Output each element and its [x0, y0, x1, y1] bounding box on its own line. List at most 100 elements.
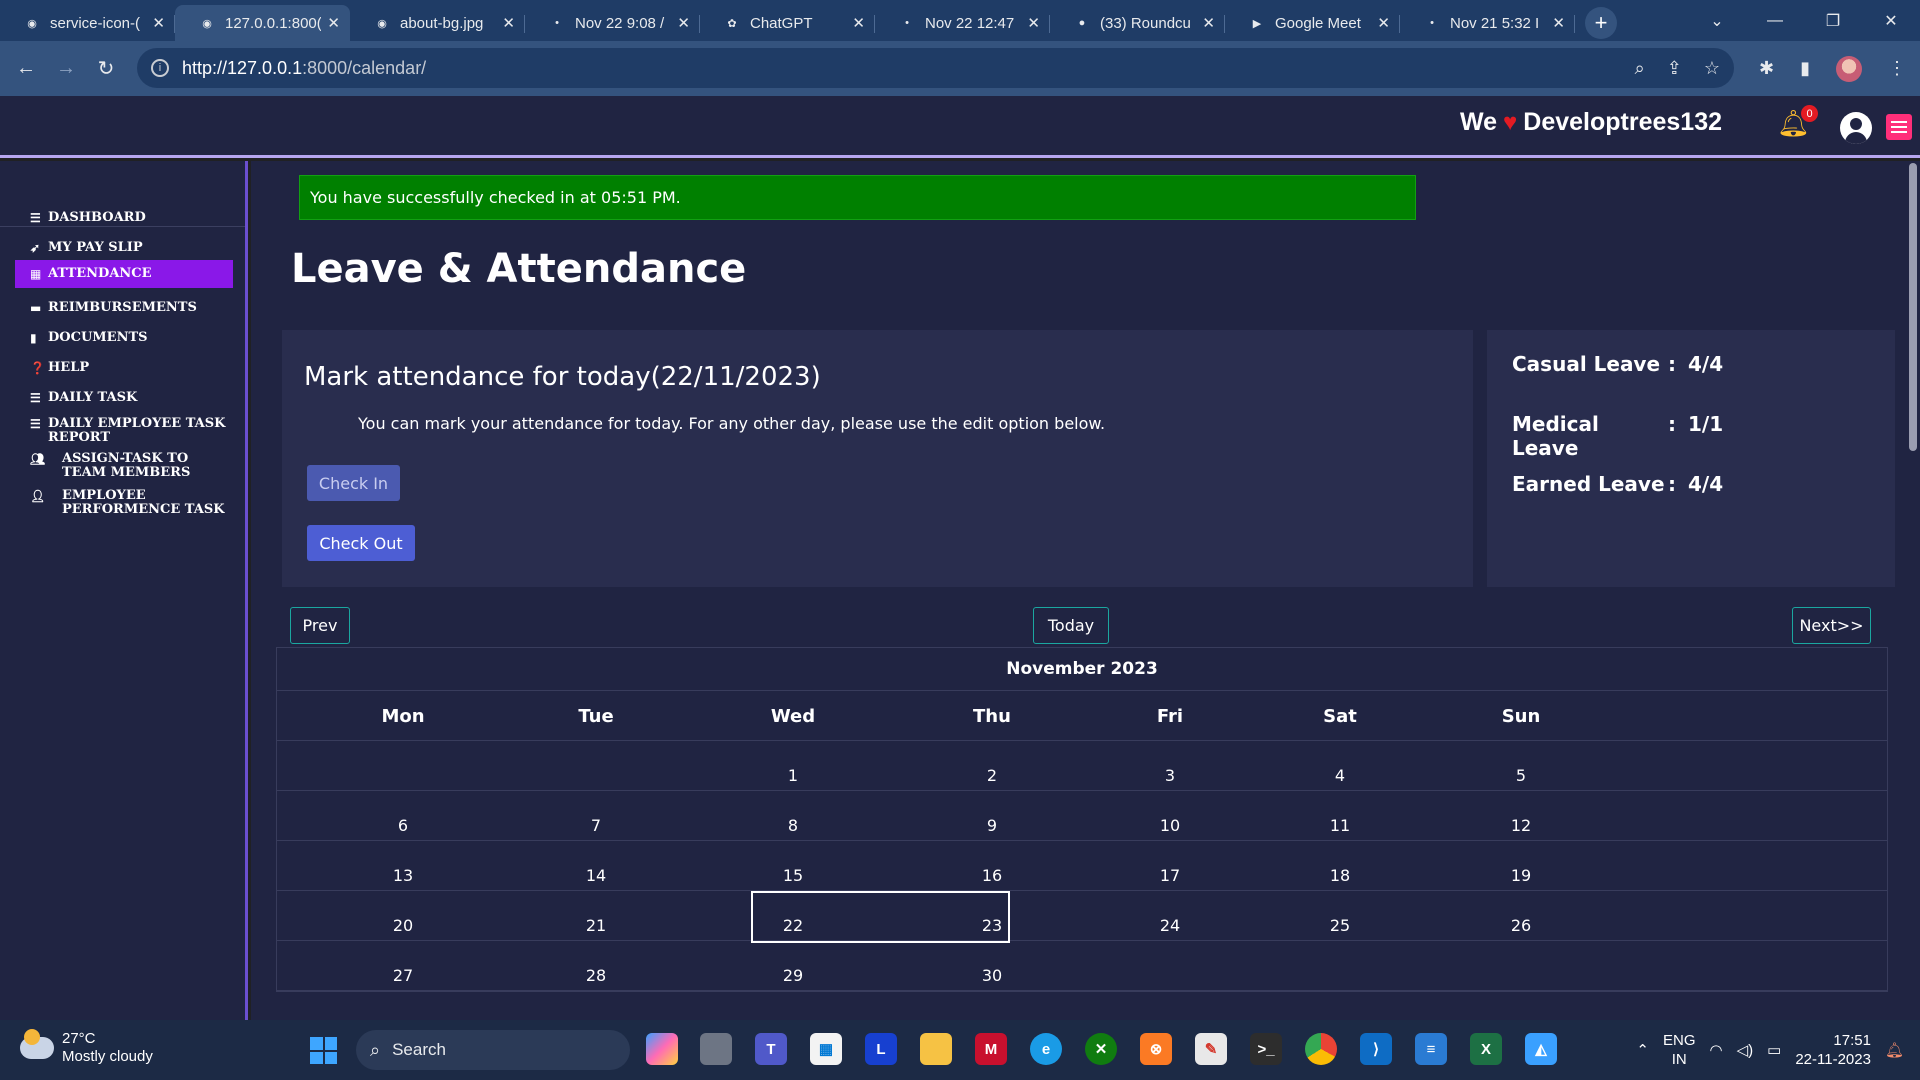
calendar-day-cell[interactable]: 29 — [693, 941, 893, 991]
calendar-day-cell[interactable]: 21 — [496, 891, 696, 941]
restore-button[interactable]: ❐ — [1804, 11, 1862, 31]
mcafee-app-icon[interactable]: M — [975, 1033, 1007, 1065]
copilot-app-icon[interactable] — [646, 1033, 678, 1065]
forward-button[interactable]: → — [46, 57, 86, 80]
tab-close-icon[interactable]: ✕ — [502, 14, 515, 32]
weather-widget[interactable]: 27°C Mostly cloudy — [20, 1029, 153, 1066]
bookmark-star-icon[interactable]: ☆ — [1704, 58, 1720, 79]
calendar-day-cell[interactable]: 25 — [1240, 891, 1440, 941]
browser-tab[interactable]: ◉ 127.0.0.1:800(✕ — [175, 5, 350, 41]
browser-tab[interactable]: ✿ ChatGPT ✕ — [700, 5, 875, 41]
file-explorer-icon[interactable] — [920, 1033, 952, 1065]
chrome-app-icon[interactable] — [1305, 1033, 1337, 1065]
calendar-day-cell[interactable]: 1 — [693, 741, 893, 791]
new-tab-button[interactable]: + — [1585, 7, 1617, 39]
site-info-icon[interactable]: i — [151, 59, 169, 77]
calendar-day-cell[interactable]: 26 — [1421, 891, 1621, 941]
address-bar[interactable]: i http://127.0.0.1:8000/calendar/ ⌕ ⇪ ☆ — [137, 48, 1734, 88]
calendar-day-cell[interactable]: 9 — [892, 791, 1092, 841]
sidebar-item-daily-employee-task-report[interactable]: ☰ DAILY EMPLOYEE TASK REPORT — [15, 412, 233, 450]
language-indicator[interactable]: ENG IN — [1663, 1031, 1696, 1069]
wifi-icon[interactable]: ◠ — [1710, 1041, 1723, 1059]
share-icon[interactable]: ⇪ — [1667, 58, 1682, 79]
browser-tab[interactable]: ◉ about-bg.jpg ✕ — [350, 5, 525, 41]
tab-close-icon[interactable]: ✕ — [1377, 14, 1390, 32]
browser-menu-icon[interactable]: ⋮ — [1888, 58, 1906, 79]
browser-tab[interactable]: ▶ Google Meet ✕ — [1225, 5, 1400, 41]
reload-button[interactable]: ↻ — [86, 56, 126, 81]
calendar-day-cell[interactable]: 27 — [303, 941, 503, 991]
calendar-day-cell[interactable]: 11 — [1240, 791, 1440, 841]
calendar-day-cell[interactable]: 12 — [1421, 791, 1621, 841]
calendar-day-cell[interactable]: 6 — [303, 791, 503, 841]
browser-tab[interactable]: • Nov 21 5:32 I ✕ — [1400, 5, 1575, 41]
page-scrollbar[interactable] — [1906, 161, 1920, 1020]
sidebar-item-documents[interactable]: ▮ DOCUMENTS — [15, 326, 233, 350]
calendar-next-button[interactable]: Next>> — [1792, 607, 1871, 644]
calendar-day-cell[interactable]: 28 — [496, 941, 696, 991]
calendar-day-cell[interactable]: 15 — [693, 841, 893, 891]
calendar-day-cell[interactable]: 8 — [693, 791, 893, 841]
browser-tab[interactable]: • Nov 22 9:08 / ✕ — [525, 5, 700, 41]
close-window-button[interactable]: ✕ — [1862, 11, 1920, 31]
tab-close-icon[interactable]: ✕ — [327, 14, 340, 32]
sidebar-item-attendance[interactable]: ▦ ATTENDANCE — [15, 260, 233, 288]
tab-search-icon[interactable]: ⌄ — [1688, 11, 1746, 31]
tab-close-icon[interactable]: ✕ — [1202, 14, 1215, 32]
browser-tab[interactable]: ● (33) Roundcu ✕ — [1050, 5, 1225, 41]
check-out-button[interactable]: Check Out — [307, 525, 415, 561]
excel-app-icon[interactable]: X — [1470, 1033, 1502, 1065]
browser-tab[interactable]: • Nov 22 12:47 ✕ — [875, 5, 1050, 41]
system-clock[interactable]: 17:51 22-11-2023 — [1795, 1031, 1871, 1069]
volume-icon[interactable]: ◁) — [1737, 1041, 1754, 1059]
extensions-icon[interactable]: ✱ — [1759, 58, 1774, 79]
sidebar-item-assign-task-to-team-members[interactable]: 👥︎ ASSIGN-TASK TO TEAM MEMBERS — [15, 447, 233, 485]
calendar-day-cell[interactable]: 13 — [303, 841, 503, 891]
calendar-day-cell[interactable]: 16 — [892, 841, 1092, 891]
profile-avatar[interactable] — [1836, 55, 1862, 82]
calendar-day-cell[interactable]: 22 — [693, 891, 893, 941]
tab-close-icon[interactable]: ✕ — [152, 14, 165, 32]
windows-start-icon[interactable] — [310, 1037, 337, 1064]
browser-tab[interactable]: ◉ service-icon-(✕ — [0, 5, 175, 41]
sidebar-item-daily-task[interactable]: ☰ DAILY TASK — [15, 386, 233, 410]
vscode-app-icon[interactable]: ⟩ — [1360, 1033, 1392, 1065]
sidebar-item-reimbursements[interactable]: ▬ REIMBURSEMENTS — [15, 296, 233, 320]
calendar-day-cell[interactable]: 20 — [303, 891, 503, 941]
tab-close-icon[interactable]: ✕ — [852, 14, 865, 32]
edge-browser-icon[interactable]: e — [1030, 1033, 1062, 1065]
calendar-today-button[interactable]: Today — [1033, 607, 1109, 644]
tab-close-icon[interactable]: ✕ — [1552, 14, 1565, 32]
calendar-day-cell[interactable]: 7 — [496, 791, 696, 841]
taskbar-search-box[interactable]: ⌕ Search — [356, 1030, 630, 1070]
side-panel-icon[interactable]: ▮ — [1800, 58, 1810, 79]
battery-icon[interactable]: ▭ — [1767, 1041, 1781, 1059]
calendar-day-cell[interactable]: 4 — [1240, 741, 1440, 791]
calendar-day-cell[interactable]: 23 — [892, 891, 1092, 941]
calendar-day-cell[interactable]: 18 — [1240, 841, 1440, 891]
xbox-app-icon[interactable]: ✕ — [1085, 1033, 1117, 1065]
tab-close-icon[interactable]: ✕ — [677, 14, 690, 32]
minimize-button[interactable]: — — [1746, 12, 1804, 30]
microsoft-store-icon[interactable]: ▦ — [810, 1033, 842, 1065]
calendar-prev-button[interactable]: Prev — [290, 607, 350, 644]
notepad-app-icon[interactable]: ≡ — [1415, 1033, 1447, 1065]
sidebar-item-help[interactable]: ❓ HELP — [15, 356, 233, 380]
notifications-bell-icon[interactable]: 🔔︎ — [1885, 1041, 1904, 1059]
l-app-icon[interactable]: L — [865, 1033, 897, 1065]
calendar-day-cell[interactable]: 5 — [1421, 741, 1621, 791]
xampp-app-icon[interactable]: ⊗ — [1140, 1033, 1172, 1065]
photos-app-icon[interactable]: ◭ — [1525, 1033, 1557, 1065]
hamburger-menu-icon[interactable] — [1886, 114, 1912, 140]
show-hidden-icons-icon[interactable]: ⌃ — [1636, 1041, 1649, 1059]
terminal-app-icon[interactable]: >_ — [1250, 1033, 1282, 1065]
calendar-day-cell[interactable]: 30 — [892, 941, 1092, 991]
calendar-day-cell[interactable]: 14 — [496, 841, 696, 891]
calendar-day-cell[interactable]: 19 — [1421, 841, 1621, 891]
scrollbar-thumb[interactable] — [1909, 163, 1917, 451]
sidebar-item-employee-performence-task[interactable]: 👤︎ EMPLOYEE PERFORMENCE TASK — [15, 484, 233, 522]
user-account-icon[interactable] — [1840, 112, 1872, 144]
sidebar-item-dashboard[interactable]: ☰ DASHBOARD — [15, 206, 233, 230]
document-app-icon[interactable]: ✎ — [1195, 1033, 1227, 1065]
check-in-button[interactable]: Check In — [307, 465, 400, 501]
